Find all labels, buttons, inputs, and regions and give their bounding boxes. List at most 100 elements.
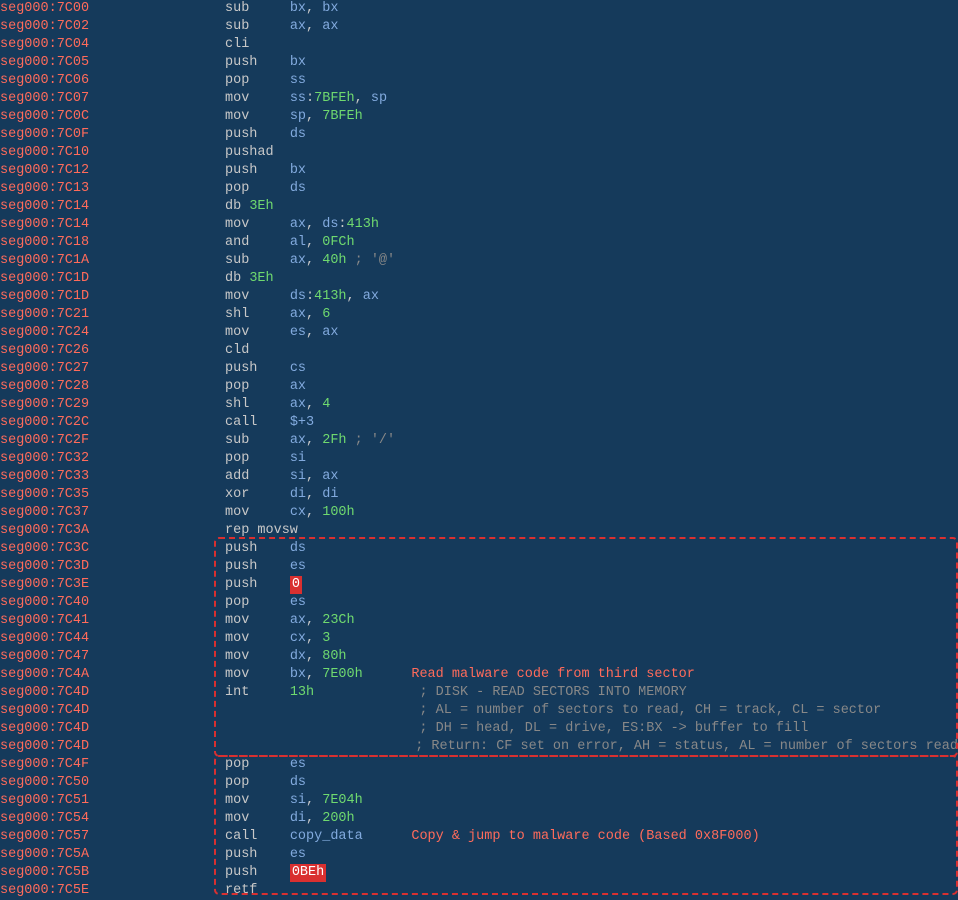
code-line[interactable]: seg000:7C07mov ss:7BFEh, sp [0, 90, 958, 108]
operand: bx [290, 0, 306, 18]
disassembly-view[interactable]: seg000:7C00sub bx, bxseg000:7C02sub ax, … [0, 0, 958, 900]
address-label: seg000:7C27 [0, 360, 225, 378]
address-label: seg000:7C57 [0, 828, 225, 846]
address-label: seg000:7C2C [0, 414, 225, 432]
mnemonic: mov [225, 630, 290, 648]
mnemonic: , [306, 216, 322, 234]
operand: ax [290, 18, 306, 36]
code-line[interactable]: seg000:7C5Bpush 0BEh [0, 864, 958, 882]
mnemonic: mov [225, 216, 290, 234]
code-line[interactable]: seg000:7C14mov ax, ds:413h [0, 216, 958, 234]
code-line[interactable]: seg000:7C00sub bx, bx [0, 0, 958, 18]
code-line[interactable]: seg000:7C44mov cx, 3 [0, 630, 958, 648]
code-line[interactable]: seg000:7C13pop ds [0, 180, 958, 198]
code-line[interactable]: seg000:7C47mov dx, 80h [0, 648, 958, 666]
code-line[interactable]: seg000:7C12push bx [0, 162, 958, 180]
operand: ds [290, 126, 306, 144]
code-line[interactable]: seg000:7C06pop ss [0, 72, 958, 90]
code-line[interactable]: seg000:7C35xor di, di [0, 486, 958, 504]
code-line[interactable]: seg000:7C37mov cx, 100h [0, 504, 958, 522]
code-line[interactable]: seg000:7C26cld [0, 342, 958, 360]
mnemonic: push [225, 360, 290, 378]
code-line[interactable]: seg000:7C2Fsub ax, 2Fh ; '/' [0, 432, 958, 450]
code-line[interactable]: seg000:7C18and al, 0FCh [0, 234, 958, 252]
code-line[interactable]: seg000:7C29shl ax, 4 [0, 396, 958, 414]
code-line[interactable]: seg000:7C33add si, ax [0, 468, 958, 486]
mnemonic: pop [225, 450, 290, 468]
code-line[interactable]: seg000:7C4D ; Return: CF set on error, A… [0, 738, 958, 756]
operand: ax [290, 252, 306, 270]
code-line[interactable]: seg000:7C4D ; DH = head, DL = drive, ES:… [0, 720, 958, 738]
address-label: seg000:7C06 [0, 72, 225, 90]
code-line[interactable]: seg000:7C3Dpush es [0, 558, 958, 576]
number-literal: 23Ch [322, 612, 354, 630]
mnemonic: db [225, 198, 249, 216]
address-label: seg000:7C13 [0, 180, 225, 198]
code-line[interactable]: seg000:7C54mov di, 200h [0, 810, 958, 828]
address-label: seg000:7C3A [0, 522, 225, 540]
mnemonic: , [306, 18, 322, 36]
code-line[interactable]: seg000:7C10pushad [0, 144, 958, 162]
code-line[interactable]: seg000:7C3Epush 0 [0, 576, 958, 594]
operand: es [290, 846, 306, 864]
code-line[interactable]: seg000:7C3Cpush ds [0, 540, 958, 558]
code-line[interactable]: seg000:7C1Dmov ds:413h, ax [0, 288, 958, 306]
highlighted-immediate: 0 [290, 576, 302, 594]
mnemonic: mov [225, 108, 290, 126]
operand: ax [322, 324, 338, 342]
code-line[interactable]: seg000:7C28pop ax [0, 378, 958, 396]
mnemonic: , [355, 90, 371, 108]
address-label: seg000:7C05 [0, 54, 225, 72]
number-literal: 413h [347, 216, 379, 234]
code-line[interactable]: seg000:7C21shl ax, 6 [0, 306, 958, 324]
code-line[interactable]: seg000:7C24mov es, ax [0, 324, 958, 342]
operand: si [290, 450, 306, 468]
mnemonic: mov [225, 810, 290, 828]
code-line[interactable]: seg000:7C57call copy_data Copy & jump to… [0, 828, 958, 846]
mnemonic: , [306, 468, 322, 486]
code-line[interactable]: seg000:7C1Asub ax, 40h ; '@' [0, 252, 958, 270]
mnemonic: mov [225, 792, 290, 810]
mnemonic: : [306, 90, 314, 108]
code-line[interactable]: seg000:7C5Apush es [0, 846, 958, 864]
code-line[interactable]: seg000:7C4Fpop es [0, 756, 958, 774]
code-line[interactable]: seg000:7C50pop ds [0, 774, 958, 792]
code-line[interactable]: seg000:7C32pop si [0, 450, 958, 468]
code-line[interactable]: seg000:7C51mov si, 7E04h [0, 792, 958, 810]
code-line[interactable]: seg000:7C04cli [0, 36, 958, 54]
code-line[interactable]: seg000:7C40pop es [0, 594, 958, 612]
code-line[interactable]: seg000:7C1Ddb 3Eh [0, 270, 958, 288]
operand: cx [290, 630, 306, 648]
address-label: seg000:7C14 [0, 216, 225, 234]
mnemonic: , [306, 234, 322, 252]
mnemonic: pushad [225, 144, 274, 162]
code-line[interactable]: seg000:7C4D ; AL = number of sectors to … [0, 702, 958, 720]
mnemonic: push [225, 576, 290, 594]
code-line[interactable]: seg000:7C4Dint 13h ; DISK - READ SECTORS… [0, 684, 958, 702]
code-line[interactable]: seg000:7C0Fpush ds [0, 126, 958, 144]
code-line[interactable]: seg000:7C4Amov bx, 7E00h Read malware co… [0, 666, 958, 684]
code-line[interactable]: seg000:7C02sub ax, ax [0, 18, 958, 36]
number-literal: 13h [290, 684, 314, 702]
address-label: seg000:7C5B [0, 864, 225, 882]
address-label: seg000:7C40 [0, 594, 225, 612]
number-literal: 7E00h [322, 666, 363, 684]
code-line[interactable]: seg000:7C3Arep movsw [0, 522, 958, 540]
mnemonic: push [225, 846, 290, 864]
code-line[interactable]: seg000:7C27push cs [0, 360, 958, 378]
code-line[interactable]: seg000:7C41mov ax, 23Ch [0, 612, 958, 630]
code-line[interactable]: seg000:7C2Ccall $+3 [0, 414, 958, 432]
code-line[interactable]: seg000:7C14db 3Eh [0, 198, 958, 216]
operand: ax [290, 378, 306, 396]
address-label: seg000:7C21 [0, 306, 225, 324]
number-literal: 40h [322, 252, 346, 270]
number-literal: 7E04h [322, 792, 363, 810]
comment: ; DISK - READ SECTORS INTO MEMORY [314, 684, 687, 702]
code-line[interactable]: seg000:7C0Cmov sp, 7BFEh [0, 108, 958, 126]
number-literal: 7BFEh [322, 108, 363, 126]
mnemonic: mov [225, 612, 290, 630]
code-line[interactable]: seg000:7C05push bx [0, 54, 958, 72]
code-line[interactable]: seg000:7C5Eretf [0, 882, 958, 900]
operand: ds [290, 180, 306, 198]
address-label: seg000:7C24 [0, 324, 225, 342]
